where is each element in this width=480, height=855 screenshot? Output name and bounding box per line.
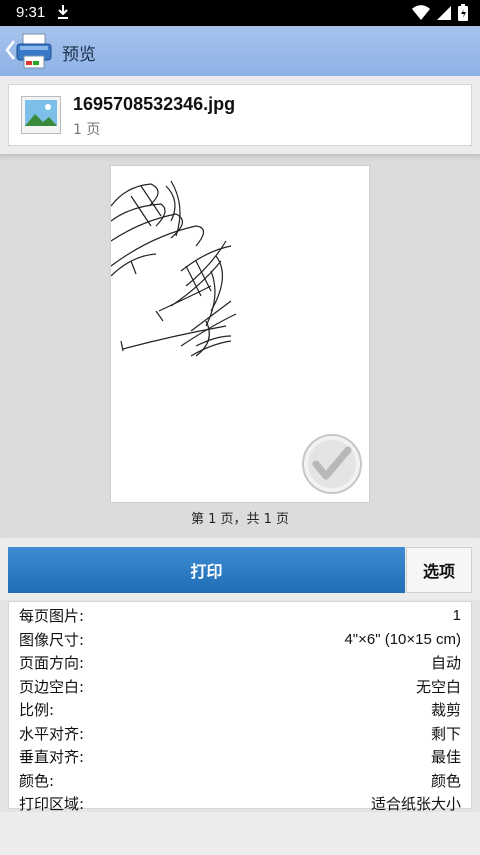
file-name: 1695708532346.jpg	[73, 94, 236, 114]
setting-value: 4"×6" (10×15 cm)	[344, 630, 461, 648]
setting-row-image-size[interactable]: 图像尺寸: 4"×6" (10×15 cm)	[9, 628, 471, 652]
setting-row-margins[interactable]: 页边空白: 无空白	[9, 675, 471, 699]
page-title: 预览	[62, 45, 96, 65]
setting-value: 最佳	[430, 749, 461, 767]
battery-icon	[458, 4, 468, 25]
print-button[interactable]: 打印	[8, 547, 405, 593]
download-icon	[56, 4, 70, 24]
preview-area: 第 1 页，共 1 页	[0, 154, 480, 538]
image-file-icon	[21, 96, 61, 134]
bottom-spacer	[0, 812, 480, 855]
setting-label: 页面方向:	[19, 654, 85, 673]
printer-app-icon[interactable]	[14, 31, 54, 71]
setting-label: 图像尺寸:	[19, 630, 85, 649]
setting-value: 1	[452, 607, 461, 625]
setting-row-color[interactable]: 颜色: 颜色	[9, 769, 471, 793]
file-page-count: 1 页	[73, 122, 101, 138]
setting-label: 颜色:	[19, 771, 55, 790]
status-bar: 9:31	[0, 0, 480, 26]
action-bar: 打印 选项	[0, 538, 480, 600]
setting-row-orientation[interactable]: 页面方向: 自动	[9, 651, 471, 675]
print-settings-table: 每页图片: 1 图像尺寸: 4"×6" (10×15 cm) 页面方向: 自动 …	[8, 601, 472, 813]
file-info-area: 1695708532346.jpg 1 页	[0, 76, 480, 154]
options-button[interactable]: 选项	[406, 547, 472, 593]
app-bar: 预览	[0, 26, 480, 76]
setting-value: 裁剪	[430, 702, 461, 720]
setting-value: 无空白	[415, 678, 461, 696]
setting-row-vertical-align[interactable]: 垂直对齐: 最佳	[9, 745, 471, 769]
setting-row-images-per-page[interactable]: 每页图片: 1	[9, 604, 471, 628]
setting-value: 颜色	[430, 772, 461, 790]
page-preview[interactable]	[110, 165, 370, 503]
checkmark-icon[interactable]	[302, 434, 362, 494]
setting-value: 自动	[430, 655, 461, 673]
setting-value: 剩下	[430, 725, 461, 743]
wifi-icon	[412, 4, 430, 25]
setting-row-horizontal-align[interactable]: 水平对齐: 剩下	[9, 722, 471, 746]
setting-label: 每页图片:	[19, 607, 85, 626]
setting-label: 垂直对齐:	[19, 748, 85, 767]
file-card[interactable]: 1695708532346.jpg 1 页	[8, 84, 472, 146]
setting-row-scale[interactable]: 比例: 裁剪	[9, 698, 471, 722]
setting-label: 比例:	[19, 701, 55, 720]
cell-signal-icon	[436, 5, 452, 25]
setting-label: 水平对齐:	[19, 724, 85, 743]
setting-label: 页边空白:	[19, 677, 85, 696]
page-indicator: 第 1 页，共 1 页	[190, 512, 290, 527]
status-time: 9:31	[16, 4, 46, 21]
